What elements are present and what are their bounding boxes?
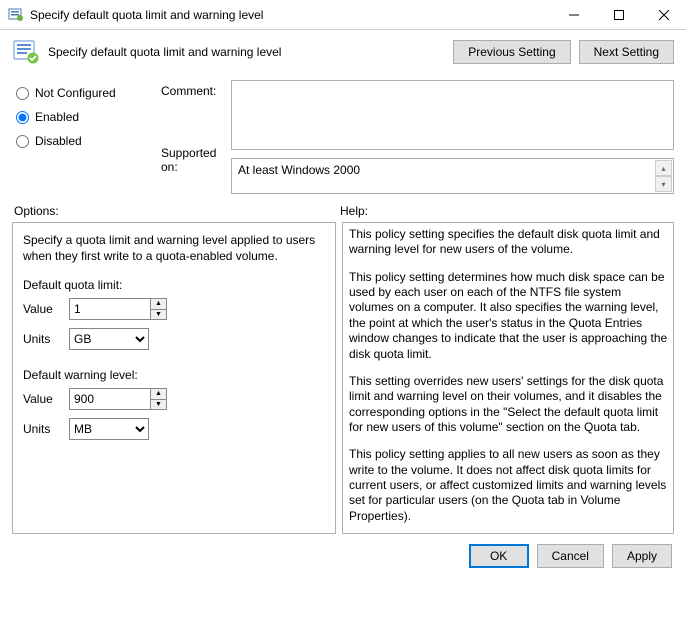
apply-button[interactable]: Apply bbox=[612, 544, 672, 568]
quota-units-select[interactable]: GB bbox=[69, 328, 149, 350]
warning-value-spinner[interactable]: ▲▼ bbox=[150, 389, 166, 409]
help-paragraph: This setting overrides new users' settin… bbox=[349, 374, 669, 435]
supported-on-text: At least Windows 2000 bbox=[238, 163, 360, 177]
warning-level-heading: Default warning level: bbox=[23, 368, 325, 382]
titlebar: Specify default quota limit and warning … bbox=[0, 0, 686, 30]
quota-value-spinner[interactable]: ▲▼ bbox=[150, 299, 166, 319]
radio-disabled-input[interactable] bbox=[16, 135, 29, 148]
help-label: Help: bbox=[340, 204, 672, 218]
spin-up-icon[interactable]: ▲ bbox=[151, 299, 166, 310]
radio-enabled[interactable]: Enabled bbox=[16, 110, 161, 124]
comment-textarea[interactable] bbox=[231, 80, 674, 150]
window-title: Specify default quota limit and warning … bbox=[30, 8, 551, 22]
comment-label: Comment: bbox=[161, 84, 216, 98]
radio-enabled-input[interactable] bbox=[16, 111, 29, 124]
help-paragraph: This policy setting determines how much … bbox=[349, 270, 669, 362]
minimize-button[interactable] bbox=[551, 0, 596, 29]
radio-label: Not Configured bbox=[35, 86, 116, 100]
cancel-button[interactable]: Cancel bbox=[537, 544, 604, 568]
warning-value-input[interactable]: ▲▼ bbox=[69, 388, 167, 410]
options-panel: Specify a quota limit and warning level … bbox=[12, 222, 336, 534]
quota-value-field[interactable] bbox=[70, 299, 150, 319]
window-controls bbox=[551, 0, 686, 29]
help-text[interactable]: This policy setting specifies the defaul… bbox=[349, 227, 673, 529]
options-description: Specify a quota limit and warning level … bbox=[23, 233, 325, 264]
help-panel: This policy setting specifies the defaul… bbox=[342, 222, 674, 534]
spin-down-icon[interactable]: ▼ bbox=[151, 400, 166, 410]
state-radio-group: Not Configured Enabled Disabled bbox=[16, 80, 161, 194]
help-paragraph: This policy setting specifies the defaul… bbox=[349, 227, 669, 258]
quota-limit-heading: Default quota limit: bbox=[23, 278, 325, 292]
close-button[interactable] bbox=[641, 0, 686, 29]
header-title: Specify default quota limit and warning … bbox=[48, 45, 453, 59]
spin-up-icon[interactable]: ▲ bbox=[151, 389, 166, 400]
supported-on-label: Supported on: bbox=[161, 146, 231, 174]
value-label: Value bbox=[23, 302, 69, 316]
next-setting-button[interactable]: Next Setting bbox=[579, 40, 674, 64]
radio-disabled[interactable]: Disabled bbox=[16, 134, 161, 148]
ok-button[interactable]: OK bbox=[469, 544, 529, 568]
warning-units-select[interactable]: MB bbox=[69, 418, 149, 440]
warning-value-field[interactable] bbox=[70, 389, 150, 409]
value-label: Value bbox=[23, 392, 69, 406]
help-paragraph: This policy setting applies to all new u… bbox=[349, 447, 669, 524]
quota-value-input[interactable]: ▲▼ bbox=[69, 298, 167, 320]
supported-scroll[interactable]: ▴▾ bbox=[655, 160, 672, 192]
units-label: Units bbox=[23, 332, 69, 346]
radio-not-configured-input[interactable] bbox=[16, 87, 29, 100]
radio-label: Disabled bbox=[35, 134, 82, 148]
options-label: Options: bbox=[14, 204, 340, 218]
radio-label: Enabled bbox=[35, 110, 79, 124]
policy-icon bbox=[10, 36, 42, 68]
header-row: Specify default quota limit and warning … bbox=[0, 30, 686, 76]
previous-setting-button[interactable]: Previous Setting bbox=[453, 40, 570, 64]
dialog-footer: OK Cancel Apply bbox=[0, 534, 686, 578]
radio-not-configured[interactable]: Not Configured bbox=[16, 86, 161, 100]
app-icon bbox=[8, 7, 24, 23]
units-label: Units bbox=[23, 422, 69, 436]
supported-on-box: At least Windows 2000 ▴▾ bbox=[231, 158, 674, 194]
maximize-button[interactable] bbox=[596, 0, 641, 29]
spin-down-icon[interactable]: ▼ bbox=[151, 310, 166, 320]
